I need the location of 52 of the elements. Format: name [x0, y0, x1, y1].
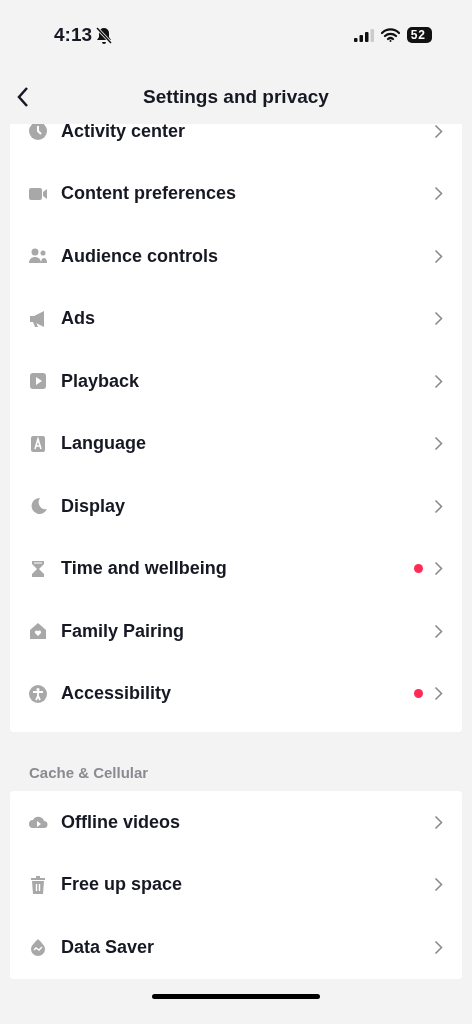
- settings-row[interactable]: Free up space: [10, 853, 462, 916]
- row-label: Accessibility: [61, 683, 173, 705]
- chevron-icon: [434, 373, 443, 389]
- row-label: Ads: [61, 308, 96, 330]
- signal-icon: [353, 28, 374, 42]
- settings-row[interactable]: Activity center: [10, 124, 462, 163]
- chevron-icon: [434, 436, 443, 452]
- settings-row[interactable]: Display: [10, 475, 462, 538]
- chevron-icon: [434, 814, 443, 830]
- chevron-icon: [434, 561, 443, 577]
- drop-icon: [28, 937, 48, 958]
- row-label: Time and wellbeing: [61, 558, 228, 580]
- settings-row[interactable]: Playback: [10, 350, 462, 413]
- row-label: Content preferences: [61, 183, 238, 205]
- battery-level: 52: [406, 27, 432, 43]
- page-title: Settings and privacy: [143, 86, 329, 108]
- row-label: Family Pairing: [61, 620, 186, 642]
- chevron-icon: [434, 186, 443, 202]
- chevron-icon: [434, 248, 443, 264]
- chevron-icon: [434, 939, 443, 955]
- settings-row[interactable]: Ads: [10, 287, 462, 350]
- row-label: Activity center: [61, 124, 187, 142]
- row-label: Offline videos: [61, 811, 182, 833]
- settings-row[interactable]: Language: [10, 412, 462, 475]
- settings-row[interactable]: Data Saver: [10, 916, 462, 979]
- status-time: 4:13: [54, 24, 93, 46]
- row-label: Playback: [61, 370, 141, 392]
- settings-row[interactable]: Accessibility: [10, 662, 462, 725]
- house-heart-icon: [28, 621, 48, 642]
- trash-icon: [28, 874, 48, 895]
- settings-row[interactable]: Offline videos: [10, 791, 462, 854]
- play-icon: [28, 371, 48, 392]
- row-label: Data Saver: [61, 936, 156, 958]
- chevron-icon: [434, 311, 443, 327]
- chevron-icon: [434, 623, 443, 639]
- wifi-icon: [380, 28, 400, 42]
- accessibility-icon: [28, 683, 48, 704]
- chevron-icon: [434, 498, 443, 514]
- row-label: Free up space: [61, 874, 184, 896]
- bell-muted-icon: [96, 26, 113, 44]
- row-label: Audience controls: [61, 245, 220, 267]
- settings-row[interactable]: Time and wellbeing: [10, 537, 462, 600]
- chevron-icon: [434, 124, 443, 139]
- chevron-icon: [434, 877, 443, 893]
- settings-row[interactable]: Audience controls: [10, 225, 462, 288]
- section-header: Cache & Cellular: [28, 763, 150, 783]
- language-icon: [28, 433, 48, 454]
- chevron-icon: [434, 686, 443, 702]
- row-label: Language: [61, 433, 147, 455]
- row-label: Display: [61, 495, 127, 517]
- settings-row[interactable]: Family Pairing: [10, 600, 462, 663]
- settings-row[interactable]: Content preferences: [10, 162, 462, 225]
